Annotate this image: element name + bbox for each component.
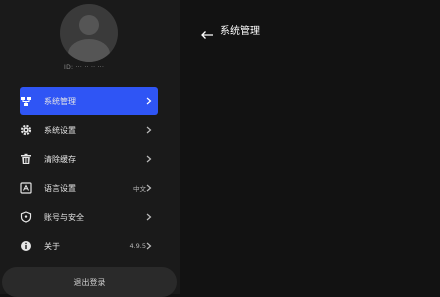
avatar-head-shape — [79, 15, 99, 35]
user-id: ID: ··· ·· ·· ··· — [64, 64, 105, 71]
avatar[interactable] — [60, 4, 118, 62]
language-icon — [20, 182, 32, 194]
menu-item-label: 系统管理 — [44, 96, 76, 106]
chevron-right-icon — [145, 213, 153, 221]
menu-item-clear-cache[interactable]: 清除缓存 — [20, 145, 158, 173]
page-header: 系统管理 — [200, 22, 260, 39]
menu-item-system-management[interactable]: 系统管理 — [20, 87, 158, 115]
shield-icon — [20, 211, 32, 223]
menu-item-label: 关于 — [44, 241, 60, 251]
info-icon — [20, 240, 32, 252]
trash-icon — [20, 153, 32, 165]
gear-icon — [20, 124, 32, 136]
chevron-right-icon — [145, 126, 153, 134]
page-title: 系统管理 — [220, 26, 260, 37]
sidebar: ID: ··· ·· ·· ··· 系统管理 系统设置 清除缓存 语言设置 中文… — [0, 0, 180, 297]
back-arrow-icon[interactable] — [200, 25, 214, 39]
menu-item-language[interactable]: 语言设置 中文 — [20, 174, 158, 202]
settings-menu: 系统管理 系统设置 清除缓存 语言设置 中文 账号与安全 关于 4.9.5 — [20, 87, 158, 261]
avatar-body-shape — [68, 39, 110, 62]
chevron-right-icon — [145, 242, 153, 250]
chevron-right-icon — [145, 184, 153, 192]
chevron-right-icon — [145, 97, 153, 105]
menu-item-label: 账号与安全 — [44, 212, 84, 222]
hierarchy-icon — [20, 95, 32, 107]
chevron-right-icon — [145, 155, 153, 163]
menu-item-system-settings[interactable]: 系统设置 — [20, 116, 158, 144]
logout-button[interactable]: 退出登录 — [2, 267, 177, 297]
menu-item-account-security[interactable]: 账号与安全 — [20, 203, 158, 231]
version-value: 4.9.5 — [129, 242, 146, 250]
menu-item-label: 清除缓存 — [44, 154, 76, 164]
menu-item-label: 系统设置 — [44, 125, 76, 135]
menu-item-label: 语言设置 — [44, 183, 76, 193]
menu-item-about[interactable]: 关于 4.9.5 — [20, 232, 158, 260]
